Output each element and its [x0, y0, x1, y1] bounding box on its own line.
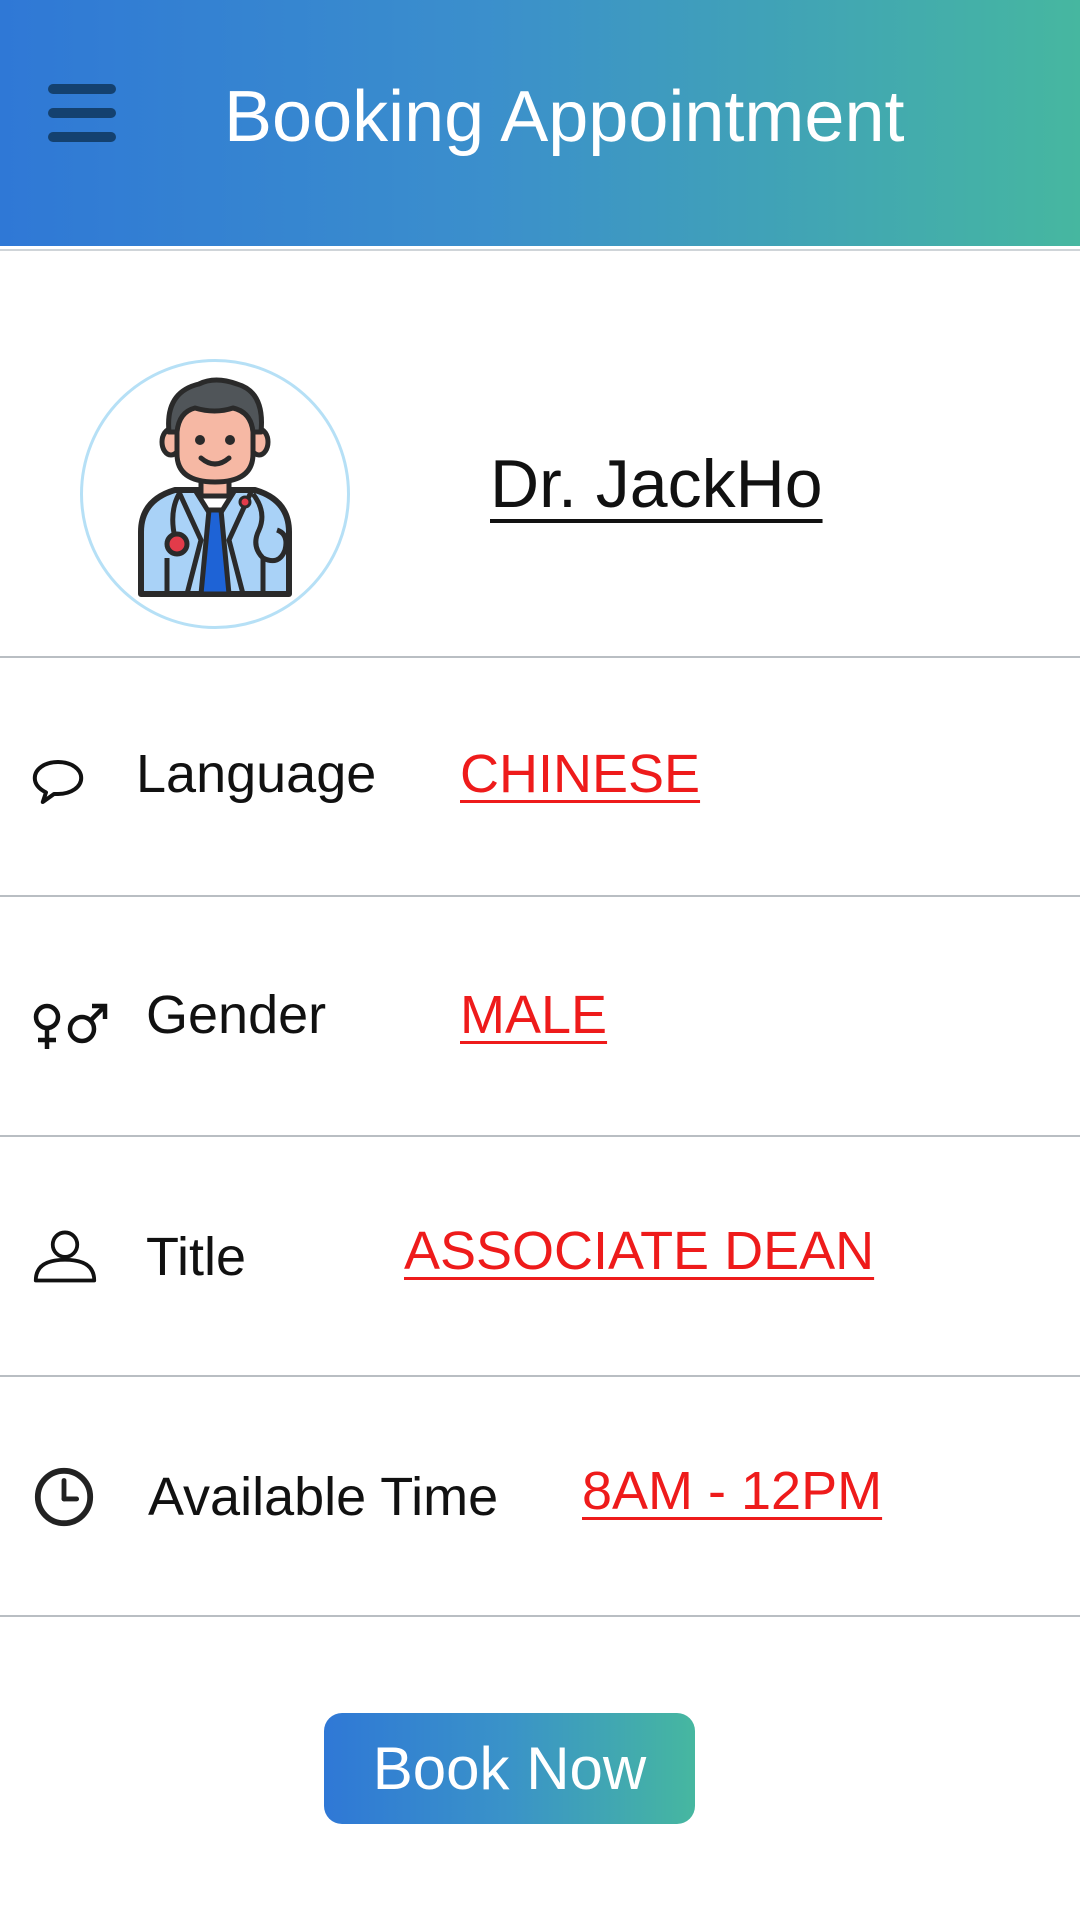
book-now-button[interactable]: Book Now [324, 1713, 695, 1824]
title-value[interactable]: ASSOCIATE DEAN [404, 1219, 874, 1283]
available-time-value[interactable]: 8AM - 12PM [582, 1459, 882, 1523]
booking-appointment-screen: Booking Appointment Dr. JackHo Language … [0, 0, 1080, 1920]
language-label: Language [136, 744, 377, 804]
detail-row-title: Title ASSOCIATE DEAN [0, 1137, 1080, 1375]
gender-icon [33, 1003, 108, 1049]
doctor-name[interactable]: Dr. JackHo [490, 445, 823, 523]
gender-label: Gender [146, 985, 327, 1045]
divider [0, 1615, 1080, 1617]
available-time-label: Available Time [148, 1467, 499, 1527]
menu-button[interactable] [44, 80, 120, 146]
speech-bubble-icon [32, 760, 84, 804]
detail-row-available-time: Available Time 8AM - 12PM [0, 1377, 1080, 1615]
doctor-avatar [80, 359, 350, 629]
app-header: Booking Appointment [0, 0, 1080, 246]
hamburger-menu-icon [48, 84, 116, 94]
language-value[interactable]: CHINESE [460, 742, 700, 806]
detail-row-gender: Gender MALE [0, 897, 1080, 1135]
gender-value[interactable]: MALE [460, 983, 607, 1047]
person-icon [33, 1230, 97, 1283]
doctor-avatar-icon [138, 377, 292, 597]
title-label: Title [146, 1227, 247, 1287]
detail-row-language: Language CHINESE [0, 658, 1080, 896]
doctor-profile: Dr. JackHo [0, 251, 1080, 656]
clock-icon [34, 1467, 94, 1527]
page-title: Booking Appointment [224, 77, 905, 157]
